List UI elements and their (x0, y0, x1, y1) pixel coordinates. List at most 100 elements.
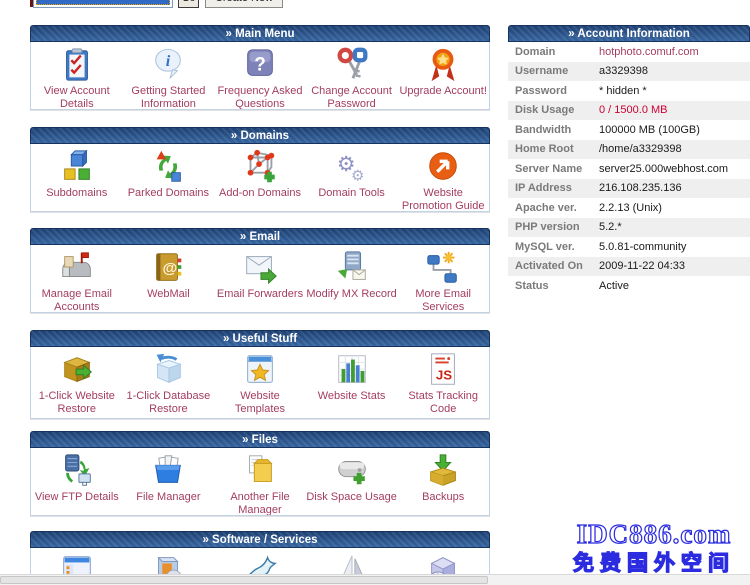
item-upgrade-account[interactable]: Upgrade Account! (397, 42, 489, 109)
row-label: Activated On (508, 260, 599, 272)
item-website-templates[interactable]: Website Templates (214, 347, 306, 418)
item-website-stats[interactable]: Website Stats (306, 347, 398, 418)
account-info-row-php-version: PHP version 5.2.* (508, 218, 750, 238)
row-value: 2009-11-22 04:33 (599, 260, 685, 272)
item-getting-started-information[interactable]: i Getting Started Information (123, 42, 215, 109)
item-backups[interactable]: Backups (397, 448, 489, 515)
mailbox-icon (58, 249, 96, 287)
account-selector[interactable] (33, 0, 173, 8)
account-info-row-domain: Domain hotphoto.comuf.com (508, 42, 750, 62)
item-label: More Email Services (397, 288, 489, 313)
item-label: Website Templates (214, 390, 306, 415)
item-change-account-password[interactable]: Change Account Password (306, 42, 398, 109)
item-modify-mx-record[interactable]: Modify MX Record (306, 245, 398, 312)
account-info-row-disk-usage: Disk Usage 0 / 1500.0 MB (508, 101, 750, 121)
blue-file-box-icon (149, 452, 187, 490)
section-email-body: Manage Email Accounts @ WebMail Email Fo… (30, 245, 490, 313)
yellow-folder-document-icon (241, 452, 279, 490)
item-label: View Account Details (31, 85, 123, 110)
section-main-menu: » Main Menu View Account Details i Getti… (30, 25, 490, 110)
item-label: Stats Tracking Code (397, 390, 489, 415)
row-label: Disk Usage (508, 104, 599, 116)
item-1-click-website-restore[interactable]: 1-Click Website Restore (31, 347, 123, 418)
section-email: » Email Manage Email Accounts @ WebMail … (30, 228, 490, 313)
item-label: Disk Space Usage (306, 491, 397, 504)
item-disk-space-usage[interactable]: Disk Space Usage (306, 448, 398, 515)
item-parked-domains[interactable]: Parked Domains (123, 144, 215, 211)
item-label: Manage Email Accounts (31, 288, 123, 313)
watermark-site-name: IDC886.com (558, 520, 750, 548)
item-webmail[interactable]: @ WebMail (123, 245, 215, 312)
hard-drive-plus-icon (333, 452, 371, 490)
item-1-click-database-restore[interactable]: 1-Click Database Restore (123, 347, 215, 418)
svg-text:JS: JS (436, 368, 452, 383)
section-files-header: » Files (30, 431, 490, 448)
item-stats-tracking-code[interactable]: JS Stats Tracking Code (397, 347, 489, 418)
watermark: IDC886.com 免费国外空间 (558, 520, 750, 575)
item-frequency-asked-questions[interactable]: ? Frequency Asked Questions (214, 42, 306, 109)
section-software-services-header: » Software / Services (30, 531, 490, 548)
scrollbar-thumb[interactable] (0, 576, 488, 584)
item-subdomains[interactable]: Subdomains (31, 144, 123, 211)
item-domain-tools[interactable]: ⚙⚙ Domain Tools (306, 144, 398, 211)
item-label: Parked Domains (128, 187, 209, 200)
item-label: WebMail (147, 288, 190, 301)
section-main-menu-body: View Account Details i Getting Started I… (30, 42, 490, 110)
row-value: server25.000webhost.com (599, 163, 728, 175)
item-view-account-details[interactable]: View Account Details (31, 42, 123, 109)
account-info-row-password: Password * hidden * (508, 81, 750, 101)
section-email-header: » Email (30, 228, 490, 245)
colored-cubes-icon (58, 148, 96, 186)
selector-highlight (36, 0, 170, 5)
item-email-forwarders[interactable]: Email Forwarders (214, 245, 306, 312)
row-label: Password (508, 85, 599, 97)
domain-link[interactable]: hotphoto.comuf.com (599, 46, 699, 58)
item-more-email-services[interactable]: More Email Services (397, 245, 489, 312)
svg-text:@: @ (163, 260, 178, 277)
row-label: Domain (508, 46, 599, 58)
item-label: Another File Manager (214, 491, 306, 516)
status-value: Active (599, 280, 629, 292)
clipboard-checklist-icon (58, 46, 96, 84)
row-value: /home/a3329398 (599, 143, 682, 155)
account-info-row-username: Username a3329398 (508, 62, 750, 82)
section-files-body: View FTP Details File Manager Another Fi… (30, 448, 490, 516)
item-label: File Manager (136, 491, 200, 504)
account-info-row-mysql-ver: MySQL ver. 5.0.81-community (508, 237, 750, 257)
horizontal-scrollbar[interactable] (0, 574, 750, 585)
item-label: Change Account Password (306, 85, 398, 110)
item-label: Upgrade Account! (399, 85, 486, 98)
item-label: Backups (422, 491, 464, 504)
item-manage-email-accounts[interactable]: Manage Email Accounts (31, 245, 123, 312)
account-info-row-home-root: Home Root /home/a3329398 (508, 140, 750, 160)
item-addon-domains[interactable]: Add-on Domains (214, 144, 306, 211)
item-label: Subdomains (46, 187, 107, 200)
item-label: Frequency Asked Questions (214, 85, 306, 110)
row-value: 5.2.* (599, 221, 622, 233)
section-domains-body: Subdomains Parked Domains Add-on Domains… (30, 144, 490, 212)
create-new-button[interactable]: Create New (205, 0, 283, 8)
question-mark-square-icon: ? (241, 46, 279, 84)
section-main-menu-header: » Main Menu (30, 25, 490, 42)
row-value: 100000 MB (100GB) (599, 124, 700, 136)
item-label: Website Stats (318, 390, 386, 403)
account-info-row-server-name: Server Name server25.000webhost.com (508, 159, 750, 179)
section-files: » Files View FTP Details File Manager An… (30, 431, 490, 516)
row-value: 2.2.13 (Unix) (599, 202, 662, 214)
item-label: Email Forwarders (217, 288, 303, 301)
item-label: Getting Started Information (123, 85, 215, 110)
item-view-ftp-details[interactable]: View FTP Details (31, 448, 123, 515)
hosting-cpanel-page: Go Create New » Main Menu View Account D… (0, 0, 750, 585)
network-nodes-plus-icon (241, 148, 279, 186)
bar-chart-icon (333, 351, 371, 389)
row-label: Bandwidth (508, 124, 599, 136)
item-file-manager[interactable]: File Manager (123, 448, 215, 515)
row-value: a3329398 (599, 65, 648, 77)
account-info-row-ip-address: IP Address 216.108.235.136 (508, 179, 750, 199)
account-info-row-status: Status Active (508, 276, 750, 296)
item-another-file-manager[interactable]: Another File Manager (214, 448, 306, 515)
glass-cube-arrow-left-icon (149, 351, 187, 389)
section-useful-stuff: » Useful Stuff 1-Click Website Restore 1… (30, 330, 490, 419)
item-website-promotion-guide[interactable]: Website Promotion Guide (397, 144, 489, 211)
go-button[interactable]: Go (178, 0, 199, 8)
